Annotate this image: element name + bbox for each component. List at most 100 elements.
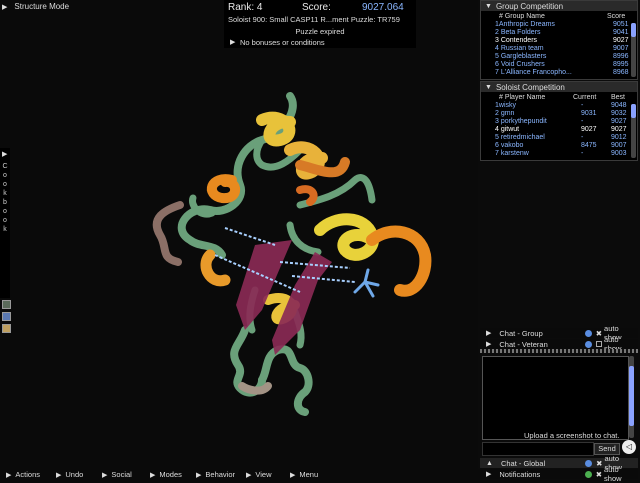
score-label: Score: bbox=[302, 2, 331, 13]
protein-viewport[interactable] bbox=[0, 0, 478, 470]
info-icon[interactable] bbox=[585, 340, 592, 348]
menu-behavior[interactable]: ▶ Behavior bbox=[196, 470, 235, 479]
close-icon[interactable]: ✖ bbox=[596, 459, 602, 468]
player-name: 5 retiredmichael bbox=[495, 134, 545, 141]
table-row[interactable]: 5 Gargleblasters 8996 bbox=[481, 53, 637, 61]
player-best: 9007 bbox=[611, 142, 627, 149]
structure-mode-label: Structure Mode bbox=[14, 2, 70, 11]
group-name: 2 Beta Folders bbox=[495, 29, 541, 36]
player-current: 9027 bbox=[581, 126, 597, 133]
player-best: 9012 bbox=[611, 134, 627, 141]
table-row[interactable]: 4 gitwut 9027 9027 bbox=[481, 126, 637, 134]
auto-show-label: auto show bbox=[604, 465, 622, 483]
checkbox-icon[interactable] bbox=[595, 341, 602, 347]
table-row[interactable]: 2 Beta Folders 9041 bbox=[481, 29, 637, 37]
triangle-right-icon: ▶ bbox=[246, 471, 252, 479]
group-competition-header[interactable]: ▼ Group Competition bbox=[481, 1, 637, 11]
player-name: 6 vakobo bbox=[495, 142, 524, 149]
table-row[interactable]: 7 karstenw - 9003 bbox=[481, 150, 637, 158]
triangle-down-icon: ▼ bbox=[485, 2, 492, 10]
player-current: - bbox=[581, 150, 584, 157]
scrollbar-thumb[interactable] bbox=[631, 104, 636, 118]
group-score: 8995 bbox=[613, 61, 629, 68]
table-row[interactable]: 5 retiredmichael - 9012 bbox=[481, 134, 637, 142]
scrollbar-thumb[interactable] bbox=[631, 23, 636, 37]
close-icon[interactable]: ✖ bbox=[596, 470, 602, 479]
cookbook-label: Cookbook bbox=[2, 163, 8, 233]
chat-input[interactable] bbox=[482, 442, 594, 456]
menu-label: Actions bbox=[15, 470, 40, 479]
table-row[interactable]: 2 gmn 9031 9032 bbox=[481, 110, 637, 118]
menu-undo[interactable]: ▶ Undo bbox=[56, 470, 83, 479]
group-name: 3 Contenders bbox=[495, 37, 538, 44]
menu-social[interactable]: ▶ Social bbox=[102, 470, 132, 479]
column-header-name: # Player Name bbox=[499, 94, 546, 101]
menu-label: View bbox=[255, 470, 272, 479]
player-best: 9027 bbox=[611, 118, 627, 125]
column-header-best: Best bbox=[611, 94, 626, 101]
triangle-up-icon: ▲ bbox=[486, 459, 493, 467]
table-row[interactable]: 1Anthropic Dreams 9051 bbox=[481, 21, 637, 29]
close-icon[interactable]: ✖ bbox=[596, 329, 602, 338]
column-header-name: # Group Name bbox=[499, 13, 545, 20]
table-row[interactable]: 6 Void Crushers 8995 bbox=[481, 61, 637, 69]
menu-modes[interactable]: ▶ Modes bbox=[150, 470, 182, 479]
speaker-icon[interactable]: ◁ bbox=[622, 440, 636, 454]
table-header: # Group Name Score bbox=[481, 13, 637, 21]
chat-log[interactable] bbox=[482, 356, 629, 440]
group-scrollbar[interactable] bbox=[631, 23, 636, 77]
recipe-folder-icon[interactable] bbox=[2, 312, 11, 321]
menu-menu[interactable]: ▶ Menu bbox=[290, 470, 318, 479]
notifications-row[interactable]: ▶ Notifications ✖ auto show bbox=[480, 465, 638, 483]
chat-scrollbar[interactable] bbox=[629, 356, 634, 438]
player-name: 4 gitwut bbox=[495, 126, 520, 133]
soloist-competition-header[interactable]: ▼ Soloist Competition bbox=[481, 82, 637, 92]
table-row[interactable]: 6 vakobo 8475 9007 bbox=[481, 142, 637, 150]
cookbook-tab[interactable]: ▶ Cookbook bbox=[0, 148, 10, 298]
triangle-right-icon: ▶ bbox=[486, 471, 492, 478]
menu-view[interactable]: ▶ View bbox=[246, 470, 272, 479]
group-score: 8968 bbox=[613, 69, 629, 76]
table-header: # Player Name Current Best bbox=[481, 94, 637, 102]
triangle-right-icon: ▶ bbox=[486, 341, 492, 348]
player-best: 9048 bbox=[611, 102, 627, 109]
upload-screenshot-link[interactable]: Upload a screenshot to chat. bbox=[524, 431, 619, 440]
helices bbox=[200, 111, 432, 325]
player-current: 8475 bbox=[581, 142, 597, 149]
chat-global-label: Chat - Global bbox=[500, 458, 546, 468]
menu-label: Modes bbox=[159, 470, 182, 479]
info-icon[interactable] bbox=[585, 459, 593, 467]
player-name: 1wisky bbox=[495, 102, 517, 109]
recipe-script-icon[interactable] bbox=[2, 324, 11, 333]
info-icon[interactable] bbox=[584, 329, 592, 337]
notification-icon[interactable] bbox=[584, 470, 592, 478]
triangle-right-icon: ▶ bbox=[6, 471, 12, 479]
recipe-icon[interactable] bbox=[2, 300, 11, 309]
scrollbar-thumb[interactable] bbox=[629, 366, 634, 426]
chat-veteran-row[interactable]: ▶ Chat - Veteran auto show bbox=[480, 335, 638, 353]
menu-actions[interactable]: ▶ Actions bbox=[6, 470, 40, 479]
chat-resize-handle[interactable] bbox=[480, 349, 638, 353]
column-header-current: Current bbox=[573, 94, 597, 101]
triangle-right-icon: ▶ bbox=[290, 471, 296, 479]
table-row[interactable]: 3 Contenders 9027 bbox=[481, 37, 637, 45]
soloist-scrollbar[interactable] bbox=[631, 104, 636, 158]
table-row[interactable]: 7 L'Alliance Francopho... 8968 bbox=[481, 69, 637, 77]
score-panel: Rank: 4 Score: 9027.064 Soloist 900: Sma… bbox=[224, 0, 416, 48]
protein-structure[interactable] bbox=[0, 0, 478, 470]
table-row[interactable]: 3 porkythepundit - 9027 bbox=[481, 118, 637, 126]
structure-mode-toggle[interactable]: ▶ Structure Mode bbox=[2, 2, 69, 11]
menu-label: Behavior bbox=[205, 470, 235, 479]
player-current: - bbox=[581, 118, 584, 125]
column-header-score: Score bbox=[607, 13, 626, 20]
player-name: 2 gmn bbox=[495, 110, 515, 117]
table-row[interactable]: 1wisky - 9048 bbox=[481, 102, 637, 110]
group-name: 5 Gargleblasters bbox=[495, 53, 547, 60]
chat-veteran-label: Chat - Veteran bbox=[499, 339, 548, 349]
player-name: 3 porkythepundit bbox=[495, 118, 547, 125]
group-score: 8996 bbox=[613, 53, 629, 60]
group-name: 4 Russian team bbox=[495, 45, 544, 52]
player-best: 9032 bbox=[611, 110, 627, 117]
table-row[interactable]: 4 Russian team 9007 bbox=[481, 45, 637, 53]
group-name: 7 L'Alliance Francopho... bbox=[495, 69, 572, 76]
